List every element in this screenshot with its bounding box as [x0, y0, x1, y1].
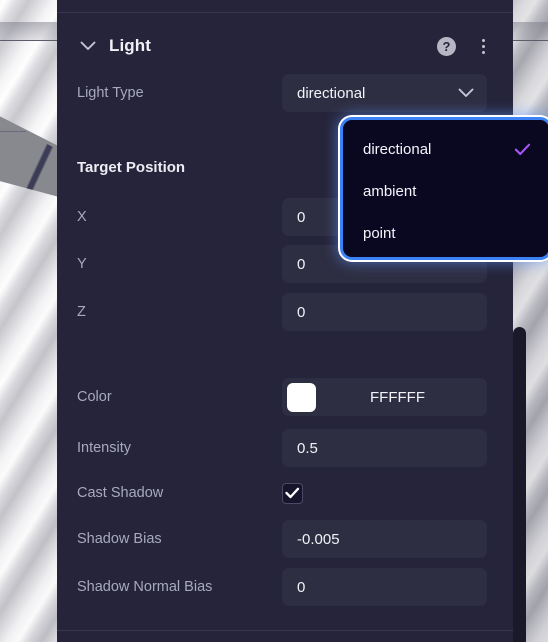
row-intensity: Intensity 0.5	[77, 429, 493, 467]
row-shadow-bias: Shadow Bias -0.005	[77, 520, 493, 558]
dropdown-option-ambient[interactable]: ambient	[343, 170, 548, 212]
row-light-type: Light Type directional	[77, 74, 493, 112]
light-inspector-panel: Light ? Light Type directional Target Po…	[57, 0, 548, 642]
chevron-down-icon[interactable]	[77, 35, 99, 57]
color-label: Color	[77, 389, 112, 405]
help-circle-icon[interactable]: ?	[437, 36, 456, 56]
position-x-label: X	[77, 209, 87, 225]
shadow-normal-bias-input[interactable]: 0	[282, 568, 487, 606]
check-icon	[514, 143, 531, 156]
light-type-value: directional	[297, 84, 366, 102]
row-cast-shadow: Cast Shadow	[77, 474, 493, 512]
color-swatch[interactable]	[287, 382, 316, 412]
dropdown-option-directional[interactable]: directional	[343, 128, 548, 170]
light-type-dropdown-menu[interactable]: directional ambient point	[340, 117, 548, 260]
dropdown-option-label: point	[363, 224, 396, 242]
viewport-guide-line	[0, 131, 26, 132]
dropdown-option-label: directional	[363, 140, 432, 158]
chevron-down-icon	[458, 88, 474, 98]
position-z-input[interactable]: 0	[282, 293, 487, 331]
target-position-label: Target Position	[77, 158, 186, 176]
shadow-bias-label: Shadow Bias	[77, 531, 162, 547]
intensity-input[interactable]: 0.5	[282, 429, 487, 467]
light-type-label: Light Type	[77, 85, 144, 101]
shadow-bias-input[interactable]: -0.005	[282, 520, 487, 558]
cast-shadow-label: Cast Shadow	[77, 485, 164, 501]
light-type-select[interactable]: directional	[282, 74, 487, 112]
color-field[interactable]: FFFFFF	[282, 378, 487, 416]
panel-top-divider	[57, 12, 513, 13]
dropdown-option-point[interactable]: point	[343, 212, 548, 254]
row-color: Color FFFFFF	[77, 378, 493, 416]
kebab-menu-icon[interactable]	[473, 35, 493, 57]
inspector-screen: Light ? Light Type directional Target Po…	[0, 0, 548, 642]
page-title: Light	[109, 36, 152, 55]
shadow-normal-bias-label: Shadow Normal Bias	[77, 579, 213, 595]
row-position-z: Z 0	[77, 293, 493, 331]
row-shadow-normal-bias: Shadow Normal Bias 0	[77, 568, 493, 606]
intensity-label: Intensity	[77, 440, 131, 456]
panel-header: Light ?	[57, 26, 513, 66]
check-icon	[285, 487, 300, 499]
cast-shadow-checkbox[interactable]	[282, 482, 303, 504]
position-y-label: Y	[77, 256, 87, 272]
color-hex-value[interactable]: FFFFFF	[316, 389, 487, 406]
panel-scrollbar-thumb[interactable]	[513, 327, 526, 642]
panel-bottom-divider	[57, 630, 513, 631]
dropdown-option-label: ambient	[363, 182, 417, 200]
position-z-label: Z	[77, 304, 86, 320]
